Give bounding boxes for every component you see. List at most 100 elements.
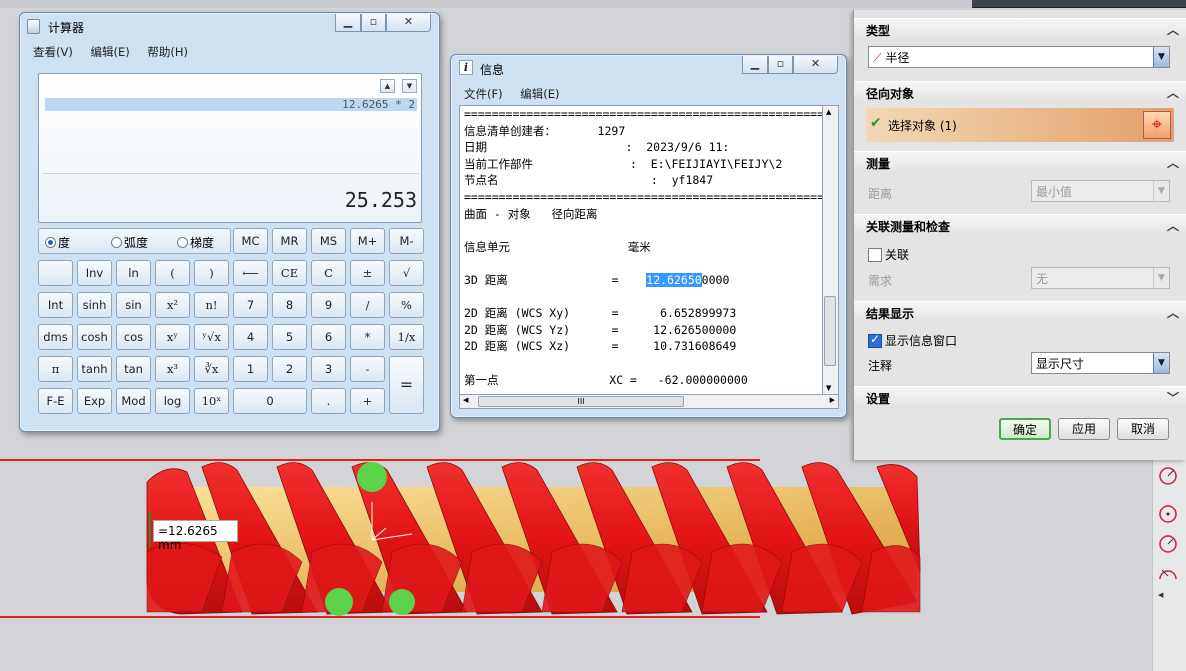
key-cos[interactable]: cos (116, 324, 151, 350)
apply-button[interactable]: 应用 (1058, 418, 1110, 440)
distance-yz-row: 2D 距离 (WCS Yz) = 12.626500000 (464, 322, 737, 337)
menu-view[interactable]: 查看(V) (33, 45, 73, 59)
cancel-button[interactable]: 取消 (1117, 418, 1169, 440)
horizontal-scrollbar[interactable]: ◀ III ▶ (459, 394, 839, 409)
key-x2[interactable]: x² (155, 292, 190, 318)
circle-center-icon[interactable] (1157, 503, 1179, 525)
annotation-dropdown[interactable]: 显示尺寸 ▼ (1031, 352, 1170, 374)
requirement-dropdown[interactable]: 无 ▼ (1031, 267, 1170, 289)
key-yroot[interactable]: ʸ√x (194, 324, 229, 350)
key-d5[interactable]: 5 (272, 324, 307, 350)
key-c[interactable]: C (311, 260, 346, 286)
menu-edit[interactable]: 编辑(E) (91, 45, 130, 59)
key-mod[interactable]: Mod (116, 388, 151, 414)
menu-file[interactable]: 文件(F) (464, 87, 503, 101)
key-sin[interactable]: sin (116, 292, 151, 318)
screw-model[interactable] (142, 462, 927, 617)
radius-icon[interactable] (1157, 533, 1179, 555)
history-down-button[interactable]: ▼ (402, 79, 417, 93)
section-radial-object[interactable]: 径向对象 ︿ (854, 81, 1186, 103)
key-ms[interactable]: MS (311, 228, 346, 254)
key-lparen[interactable]: ( (155, 260, 190, 286)
close-button[interactable]: ✕ (386, 14, 431, 32)
maximize-button[interactable]: ▫ (768, 56, 793, 74)
key-fe[interactable]: F-E (38, 388, 73, 414)
section-measure[interactable]: 测量 ︿ (854, 151, 1186, 173)
type-dropdown[interactable]: ⟋ 半径 ▼ (868, 46, 1170, 68)
key-dot[interactable]: . (311, 388, 346, 414)
key-mminus[interactable]: M- (389, 228, 424, 254)
key-exp[interactable]: Exp (77, 388, 112, 414)
key-add[interactable]: + (350, 388, 385, 414)
key-recip[interactable]: 1/x (389, 324, 424, 350)
ok-button[interactable]: 确定 (999, 418, 1051, 440)
key-mul[interactable]: * (350, 324, 385, 350)
key-back[interactable]: ⟵ (233, 260, 268, 286)
associative-checkbox[interactable]: 关联 (868, 246, 909, 263)
key-d6[interactable]: 6 (311, 324, 346, 350)
key-rparen[interactable]: ) (194, 260, 229, 286)
key-mr[interactable]: MR (272, 228, 307, 254)
section-associative[interactable]: 关联测量和检查 ︿ (854, 214, 1186, 236)
section-type[interactable]: 类型 ︿ (854, 18, 1186, 40)
section-results[interactable]: 结果显示 ︿ (854, 301, 1186, 323)
separator-line: ========================================… (464, 107, 823, 121)
key-d0[interactable]: 0 (233, 388, 307, 414)
key-x3[interactable]: x³ (155, 356, 190, 382)
key-pm[interactable]: ± (350, 260, 385, 286)
key-d3[interactable]: 3 (311, 356, 346, 382)
key-ten[interactable]: 10ˣ (194, 388, 229, 414)
scroll-thumb[interactable] (824, 296, 836, 366)
scroll-thumb[interactable]: III (478, 396, 684, 407)
key-div[interactable]: / (350, 292, 385, 318)
info-listing[interactable]: ========================================… (459, 105, 823, 395)
key-d7[interactable]: 7 (233, 292, 268, 318)
key-d4[interactable]: 4 (233, 324, 268, 350)
key-mc[interactable]: MC (233, 228, 268, 254)
section-settings[interactable]: 设置 ﹀ (854, 386, 1186, 408)
key-dms[interactable]: dms (38, 324, 73, 350)
key-d1[interactable]: 1 (233, 356, 268, 382)
close-button[interactable]: ✕ (793, 56, 838, 74)
minimize-button[interactable]: ▁ (742, 56, 768, 74)
key-d8[interactable]: 8 (272, 292, 307, 318)
key-sub[interactable]: - (350, 356, 385, 382)
crosshair-icon[interactable]: ⌖ (1143, 111, 1171, 139)
key-mplus[interactable]: M+ (350, 228, 385, 254)
key-blank[interactable] (38, 260, 73, 286)
distance-dropdown[interactable]: 最小值 ▼ (1031, 180, 1170, 202)
key-pct[interactable]: % (389, 292, 424, 318)
radio-radians[interactable]: 弧度 (111, 234, 148, 251)
key-sqrt[interactable]: √ (389, 260, 424, 286)
radio-gradians[interactable]: 梯度 (177, 234, 214, 251)
key-xy[interactable]: xʸ (155, 324, 190, 350)
arc-measure-icon[interactable] (1157, 565, 1179, 587)
key-d2[interactable]: 2 (272, 356, 307, 382)
key-ln[interactable]: ln (116, 260, 151, 286)
menu-help[interactable]: 帮助(H) (147, 45, 188, 59)
show-info-checkbox[interactable]: 显示信息窗口 (868, 332, 957, 349)
vertical-scrollbar[interactable]: ▲ ▼ (823, 105, 839, 395)
measure-angle-icon[interactable] (1157, 465, 1179, 487)
radio-degrees[interactable]: 度 (45, 234, 70, 251)
key-ce[interactable]: CE (272, 260, 307, 286)
key-pi[interactable]: π (38, 356, 73, 382)
key-cbrt[interactable]: ∛x (194, 356, 229, 382)
menu-edit[interactable]: 编辑(E) (520, 87, 559, 101)
radius-type-icon: ⟋ (873, 51, 882, 65)
history-up-button[interactable]: ▲ (380, 79, 395, 93)
more-icon[interactable]: ◀ (1158, 591, 1163, 599)
key-fact[interactable]: n! (194, 292, 229, 318)
key-int[interactable]: Int (38, 292, 73, 318)
key-d9[interactable]: 9 (311, 292, 346, 318)
key-tanh[interactable]: tanh (77, 356, 112, 382)
key-eq[interactable]: = (389, 356, 424, 414)
key-inv[interactable]: Inv (77, 260, 112, 286)
select-object-row[interactable]: ✔ 选择对象 (1) ⌖ (866, 108, 1174, 142)
key-log[interactable]: log (155, 388, 190, 414)
key-cosh[interactable]: cosh (77, 324, 112, 350)
key-sinh[interactable]: sinh (77, 292, 112, 318)
maximize-button[interactable]: ▫ (361, 14, 386, 32)
minimize-button[interactable]: ▁ (335, 14, 361, 32)
key-tan[interactable]: tan (116, 356, 151, 382)
